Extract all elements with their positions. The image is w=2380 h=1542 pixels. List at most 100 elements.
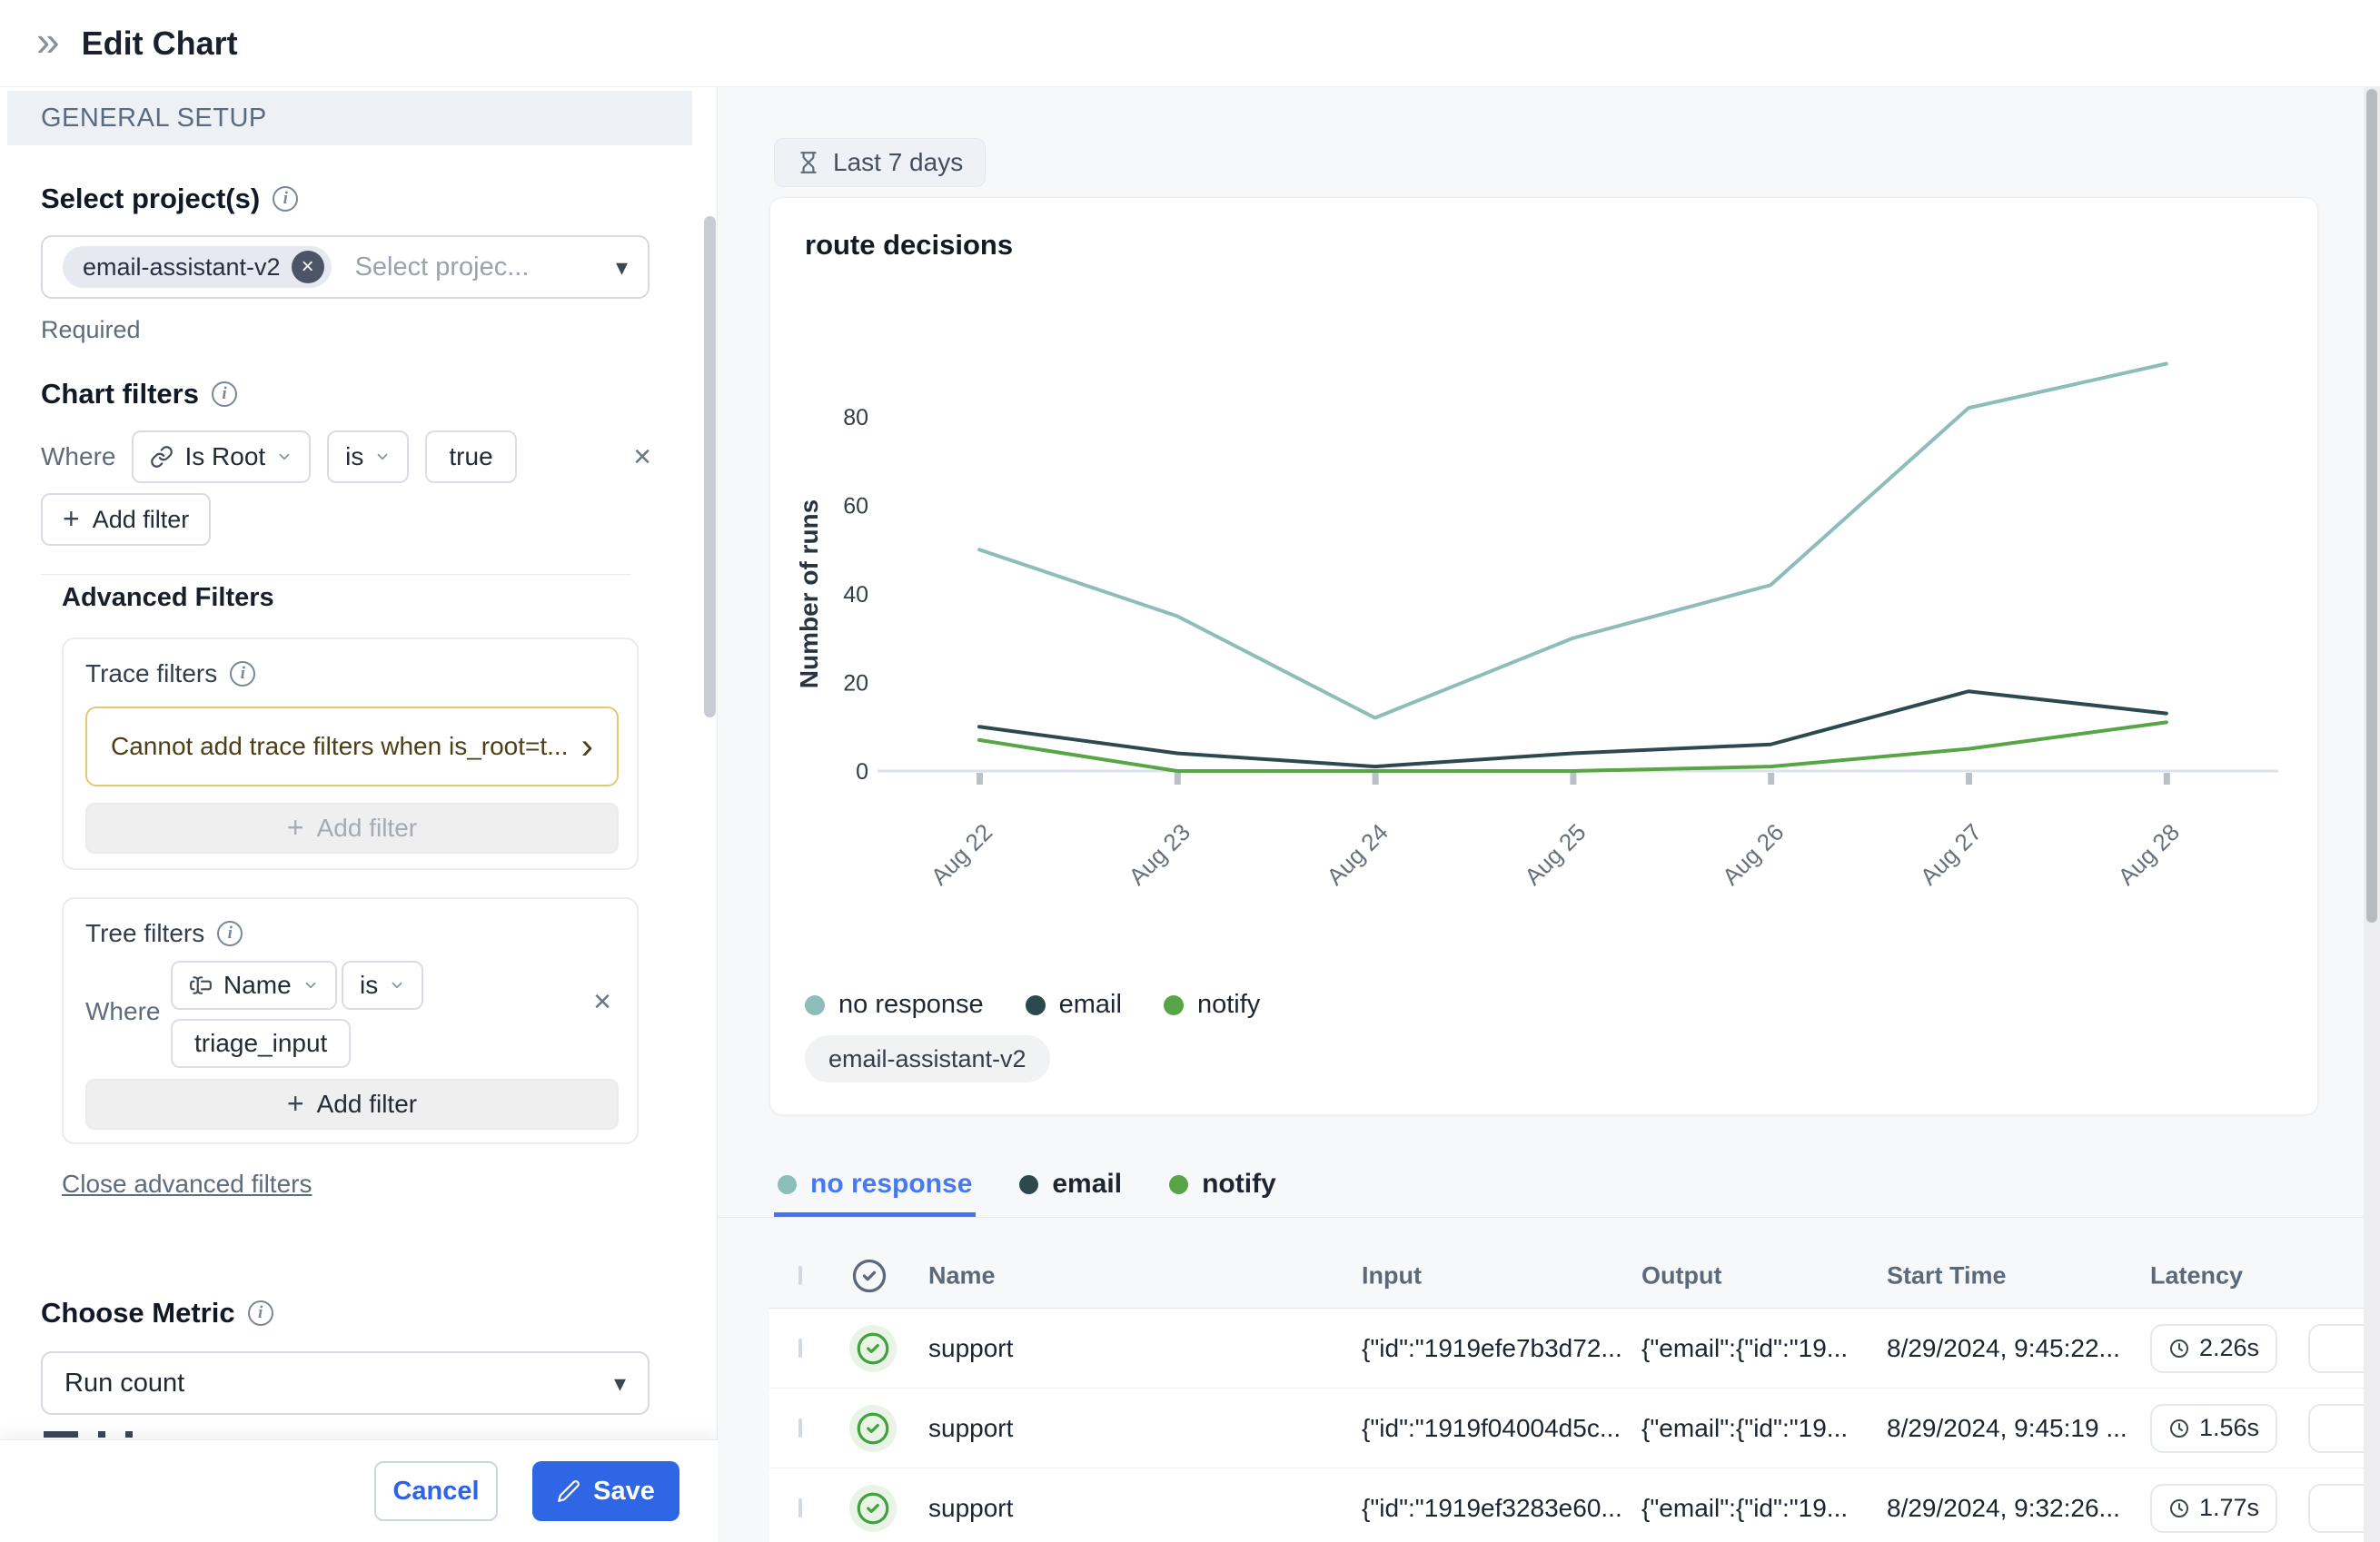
- success-status-icon: [849, 1485, 897, 1532]
- svg-text:80: 80: [843, 405, 868, 430]
- svg-text:Aug 23: Aug 23: [1124, 818, 1195, 890]
- edit-chart-page: » Edit Chart GENERAL SETUP Select projec…: [0, 0, 2380, 1542]
- tree-filter-value[interactable]: triage_input: [171, 1019, 351, 1068]
- remove-filter-icon[interactable]: ×: [633, 441, 651, 472]
- tree-filters-label: Tree filters i: [85, 919, 243, 948]
- edit-chart-drawer: GENERAL SETUP Select project(s) i email-…: [0, 87, 718, 1542]
- add-trace-filter-button[interactable]: + Add filter: [85, 803, 619, 854]
- svg-text:60: 60: [843, 494, 868, 519]
- select-all-checkbox[interactable]: [798, 1266, 802, 1285]
- run-chart-svg: 020406080Aug 22Aug 23Aug 24Aug 25Aug 26A…: [770, 198, 2319, 1116]
- clipped-badge: [2308, 1404, 2364, 1453]
- metric-select[interactable]: Run count ▾: [41, 1351, 650, 1415]
- run-start-time: 8/29/2024, 9:32:26...: [1887, 1494, 2120, 1523]
- page-scrollbar[interactable]: [2364, 87, 2380, 1542]
- hourglass-icon: [797, 151, 820, 174]
- runs-table: Name Input Output Start Time Latency sup…: [769, 1244, 2364, 1542]
- filter-field-button[interactable]: Is Root: [132, 430, 311, 483]
- divider: [41, 574, 631, 575]
- collapse-panel-icon[interactable]: »: [36, 20, 60, 62]
- drawer-footer: Cancel Save: [0, 1439, 718, 1542]
- table-row[interactable]: support {"id":"1919ef3283e60... {"email"…: [769, 1468, 2364, 1542]
- column-header-output[interactable]: Output: [1641, 1262, 1721, 1290]
- chevron-down-icon[interactable]: ▾: [616, 253, 628, 282]
- pencil-icon: [557, 1479, 580, 1503]
- run-input: {"id":"1919ef3283e60...: [1362, 1494, 1622, 1523]
- filter-value[interactable]: true: [425, 430, 516, 483]
- cancel-button[interactable]: Cancel: [374, 1461, 498, 1521]
- filter-operator-button[interactable]: is: [327, 430, 409, 483]
- link-icon: [150, 445, 174, 469]
- trace-filters-label: Trace filters i: [85, 659, 255, 688]
- tab-notify[interactable]: notify: [1165, 1156, 1280, 1217]
- column-header-name[interactable]: Name: [928, 1262, 996, 1290]
- column-header-input[interactable]: Input: [1362, 1262, 1422, 1290]
- tab-no-response[interactable]: no response: [774, 1156, 976, 1217]
- svg-text:Aug 26: Aug 26: [1717, 818, 1789, 890]
- remove-project-icon[interactable]: ×: [292, 251, 324, 283]
- plus-icon: +: [287, 1089, 304, 1118]
- advanced-filters-title: Advanced Filters: [62, 583, 274, 613]
- legend-item: no response: [805, 990, 984, 1020]
- close-advanced-filters-link[interactable]: Close advanced filters: [62, 1170, 312, 1199]
- save-button[interactable]: Save: [532, 1461, 679, 1521]
- chart-filters-label: Chart filters i: [41, 378, 237, 410]
- svg-text:Aug 28: Aug 28: [2113, 818, 2185, 890]
- tree-filter-operator-button[interactable]: is: [342, 961, 423, 1010]
- info-icon[interactable]: i: [248, 1300, 273, 1326]
- legend-dot: [1026, 995, 1046, 1015]
- latency-badge: 2.26s: [2150, 1324, 2277, 1373]
- add-chart-filter-button[interactable]: + Add filter: [41, 493, 211, 546]
- table-row[interactable]: support {"id":"1919efe7b3d72... {"email"…: [769, 1309, 2364, 1389]
- tree-filters-card: Tree filters i Where Name is triage_inpu…: [62, 897, 639, 1144]
- chart-filter-row: Where Is Root is true ×: [41, 430, 651, 483]
- chart-legend: no response email notify: [805, 990, 1260, 1020]
- legend-dot: [805, 995, 825, 1015]
- clipped-badge: [2308, 1324, 2364, 1373]
- clock-icon: [2168, 1418, 2190, 1439]
- legend-item: email: [1026, 990, 1122, 1020]
- clipped-badge: [2308, 1484, 2364, 1533]
- row-checkbox[interactable]: [798, 1498, 802, 1517]
- svg-text:Number of runs: Number of runs: [795, 499, 823, 688]
- remove-tree-filter-icon[interactable]: ×: [593, 986, 611, 1017]
- general-setup-section-header: GENERAL SETUP: [7, 91, 692, 145]
- info-icon[interactable]: i: [217, 921, 243, 946]
- time-range-chip[interactable]: Last 7 days: [774, 138, 986, 187]
- trace-filters-warning[interactable]: Cannot add trace filters when is_root=t.…: [85, 707, 619, 786]
- info-icon[interactable]: i: [273, 186, 298, 212]
- chart-card: route decisions 020406080Aug 22Aug 23Aug…: [769, 197, 2318, 1115]
- clipped-text-fragment: [44, 1431, 133, 1438]
- run-start-time: 8/29/2024, 9:45:22...: [1887, 1334, 2120, 1363]
- row-checkbox[interactable]: [798, 1418, 802, 1438]
- chevron-down-icon: [276, 449, 293, 465]
- trace-filters-card: Trace filters i Cannot add trace filters…: [62, 638, 639, 870]
- column-header-latency[interactable]: Latency: [2150, 1262, 2243, 1290]
- choose-metric-label: Choose Metric i: [41, 1297, 273, 1329]
- chart-project-chip: email-assistant-v2: [805, 1035, 1050, 1082]
- scrollbar-thumb[interactable]: [2366, 89, 2377, 923]
- drawer-scrollbar[interactable]: [704, 216, 716, 717]
- table-row[interactable]: support {"id":"1919f04004d5c... {"email"…: [769, 1389, 2364, 1468]
- run-name[interactable]: support: [928, 1494, 1013, 1523]
- page-title: Edit Chart: [82, 25, 238, 63]
- info-icon[interactable]: i: [212, 381, 237, 407]
- column-header-start-time[interactable]: Start Time: [1887, 1262, 2007, 1290]
- tree-filter-field-button[interactable]: Name: [171, 961, 337, 1010]
- run-output: {"email":{"id":"19...: [1641, 1494, 1848, 1523]
- latency-badge: 1.56s: [2150, 1404, 2277, 1453]
- svg-text:Aug 25: Aug 25: [1519, 818, 1591, 890]
- clock-icon: [2168, 1498, 2190, 1519]
- top-header: » Edit Chart: [0, 0, 2380, 87]
- tab-dot: [1019, 1175, 1038, 1194]
- run-output: {"email":{"id":"19...: [1641, 1334, 1848, 1363]
- run-name[interactable]: support: [928, 1414, 1013, 1443]
- project-select[interactable]: email-assistant-v2 × Select projec... ▾: [41, 235, 650, 299]
- table-header-row: Name Input Output Start Time Latency: [769, 1244, 2364, 1309]
- row-checkbox[interactable]: [798, 1339, 802, 1358]
- tab-email[interactable]: email: [1016, 1156, 1126, 1217]
- info-icon[interactable]: i: [230, 661, 255, 687]
- run-name[interactable]: support: [928, 1334, 1013, 1363]
- svg-text:0: 0: [856, 759, 868, 785]
- add-tree-filter-button[interactable]: + Add filter: [85, 1079, 619, 1130]
